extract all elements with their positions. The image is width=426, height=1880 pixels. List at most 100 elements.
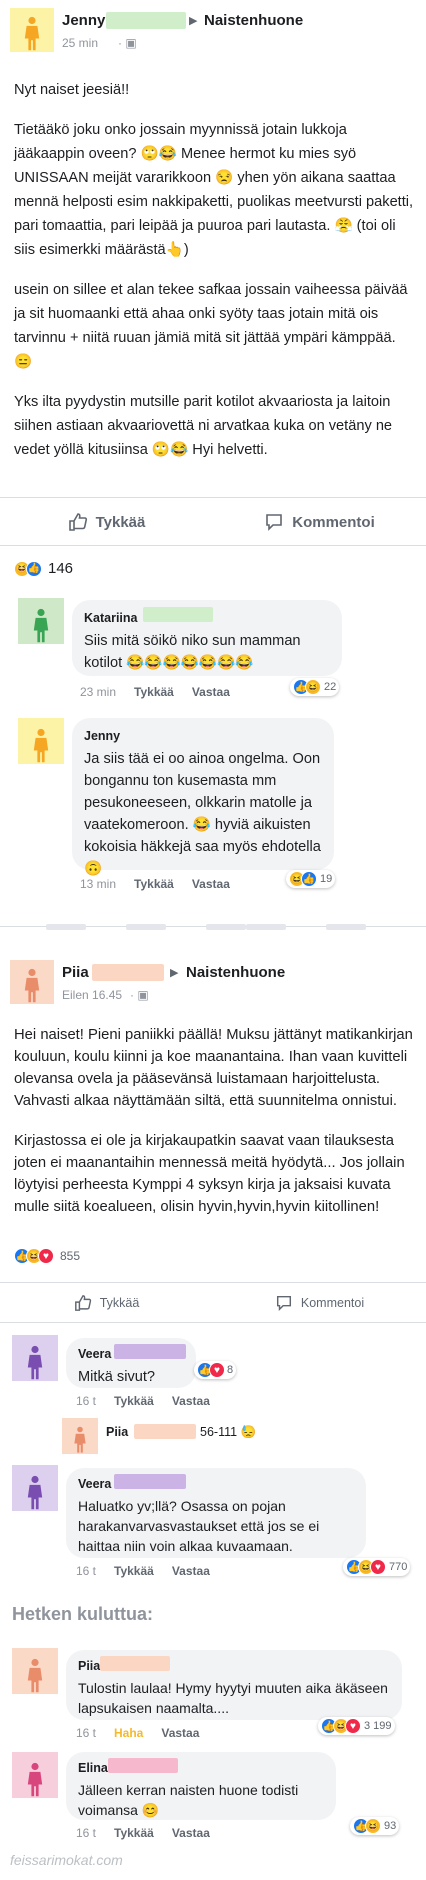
person-icon (32, 608, 50, 644)
comment-reactions[interactable]: 😆 👍 19 (286, 870, 336, 888)
redacted-name (92, 964, 164, 981)
comment-bubble[interactable]: Jenny Ja siis tää ei oo ainoa ongelma. O… (72, 718, 334, 877)
redacted-name (108, 1758, 178, 1773)
love-icon: ♥ (209, 1362, 225, 1378)
comment-text: Mitkä sivut? (78, 1369, 156, 1385)
comment-actions: 16 t Haha Vastaa (76, 1726, 199, 1740)
comment-reaction-count: 22 (324, 681, 337, 693)
love-icon: ♥ (38, 1248, 54, 1264)
avatar[interactable] (10, 8, 54, 52)
comment-reaction-count: 19 (320, 873, 333, 885)
comment-text: 56-111 😓 (200, 1425, 257, 1439)
reaction-count: 855 (60, 1249, 81, 1263)
comment-like-button[interactable]: Tykkää (114, 1564, 154, 1578)
person-icon (26, 1762, 44, 1798)
comment-time[interactable]: 16 t (76, 1826, 96, 1840)
comment-time[interactable]: 16 t (76, 1394, 96, 1408)
post-body: Hei naiset! Pieni paniikki päällä! Muksu… (14, 1024, 414, 1234)
post-paragraph: usein on sillee et alan tekee safkaa jos… (14, 282, 408, 370)
reaction-summary[interactable]: 😆 👍 146 (14, 560, 73, 577)
love-icon: ♥ (370, 1559, 386, 1575)
comment-author[interactable]: Jenny (84, 726, 322, 746)
avatar[interactable] (10, 960, 54, 1004)
post-body: Nyt naiset jeesiä!! Tietääkö joku onko j… (14, 78, 414, 478)
avatar[interactable] (12, 1335, 58, 1381)
group-name[interactable]: Naistenhuone (204, 12, 303, 29)
comment-like-button[interactable]: Tykkää (134, 685, 174, 699)
comment-reply-button[interactable]: Vastaa (161, 1726, 199, 1740)
person-icon (23, 16, 41, 52)
comment-reply-button[interactable]: Vastaa (192, 685, 230, 699)
comment-time[interactable]: 16 t (76, 1726, 96, 1740)
post-time[interactable]: 25 min (62, 36, 98, 50)
avatar[interactable] (62, 1418, 98, 1454)
person-icon (23, 968, 41, 1004)
action-bar: Tykkää Kommentoi (0, 508, 426, 536)
thumbs-up-icon (68, 513, 87, 531)
comment-like-button[interactable]: Tykkää (114, 1826, 154, 1840)
thumbs-up-icon (74, 1295, 91, 1311)
comment-label: Kommentoi (300, 1296, 365, 1310)
redacted-name (106, 12, 186, 29)
comment-reaction-count: 770 (389, 1561, 408, 1573)
post-paragraph: Hei naiset! Pieni paniikki päällä! Muksu… (14, 1027, 413, 1109)
comment-reply-button[interactable]: Vastaa (172, 1564, 210, 1578)
comment-text: Jälleen kerran naisten huone todisti voi… (78, 1782, 299, 1818)
comment-button[interactable]: Kommentoi (213, 508, 426, 536)
comment-author[interactable]: Piia (106, 1425, 128, 1439)
person-icon (73, 1426, 87, 1454)
like-button[interactable]: Tykkää (0, 1290, 213, 1316)
post-author[interactable]: Piia (62, 964, 89, 981)
scroll-tick (326, 924, 366, 930)
group-name[interactable]: Naistenhuone (186, 964, 285, 981)
scroll-tick (246, 924, 286, 930)
audience-icon: · ▣ (118, 36, 137, 50)
comment-reply-button[interactable]: Vastaa (172, 1826, 210, 1840)
avatar[interactable] (18, 598, 64, 644)
comment-reactions[interactable]: 👍 😆 93 (350, 1817, 400, 1835)
comment-reactions[interactable]: 👍 ♥ 8 (194, 1361, 237, 1379)
comment-bubble[interactable]: Veera Haluatko yv;llä? Osassa on pojan h… (66, 1468, 366, 1558)
comment-button[interactable]: Kommentoi (213, 1290, 426, 1316)
comment-time[interactable]: 16 t (76, 1564, 96, 1578)
scroll-tick (206, 924, 246, 930)
comment-text: Tulostin laulaa! Hymy hyytyi muuten aika… (78, 1680, 388, 1716)
haha-icon: 😆 (365, 1818, 381, 1834)
avatar[interactable] (12, 1465, 58, 1511)
comment-like-button[interactable]: Tykkää (134, 877, 174, 891)
comment-icon (266, 514, 283, 531)
comment-reaction-count: 3 199 (364, 1720, 392, 1732)
person-icon (26, 1345, 44, 1381)
comment-reply-button[interactable]: Vastaa (192, 877, 230, 891)
comment-icon (276, 1295, 291, 1312)
avatar[interactable] (12, 1752, 58, 1798)
avatar[interactable] (12, 1648, 58, 1694)
comment-like-button[interactable]: Tykkää (114, 1394, 154, 1408)
post-time[interactable]: Eilen 16.45 (62, 988, 122, 1002)
like-icon: 👍 (301, 871, 317, 887)
comment-text: Haluatko yv;llä? Osassa on pojan harakan… (78, 1498, 320, 1554)
audience-icon: · ▣ (130, 988, 149, 1002)
comment-haha-button[interactable]: Haha (114, 1726, 143, 1740)
comment-reply-button[interactable]: Vastaa (172, 1394, 210, 1408)
comment-bubble[interactable]: Elina Jälleen kerran naisten huone todis… (66, 1752, 336, 1820)
redacted-name (114, 1474, 186, 1489)
person-icon (26, 1658, 44, 1694)
comment-actions: 23 min Tykkää Vastaa (80, 685, 230, 699)
comment-actions: 16 t Tykkää Vastaa (76, 1826, 210, 1840)
post-author[interactable]: Jenny (62, 12, 105, 29)
comment-text: Siis mitä söikö niko sun mamman kotilot … (84, 633, 301, 671)
divider (0, 497, 426, 498)
comment-reactions[interactable]: 👍 😆 22 (290, 678, 340, 696)
like-button[interactable]: Tykkää (0, 508, 213, 536)
comment-time[interactable]: 23 min (80, 685, 116, 699)
like-label: Tykkää (95, 513, 146, 531)
avatar[interactable] (18, 718, 64, 764)
redacted-name (114, 1344, 186, 1359)
comment-reactions[interactable]: 👍 😆 ♥ 3 199 (318, 1717, 395, 1735)
comment-reactions[interactable]: 👍 😆 ♥ 770 (343, 1558, 411, 1576)
reaction-summary[interactable]: 👍 😆 ♥ 855 (14, 1248, 80, 1264)
comment-time[interactable]: 13 min (80, 877, 116, 891)
divider (0, 545, 426, 546)
triangle-right-icon: ▶ (170, 967, 179, 979)
